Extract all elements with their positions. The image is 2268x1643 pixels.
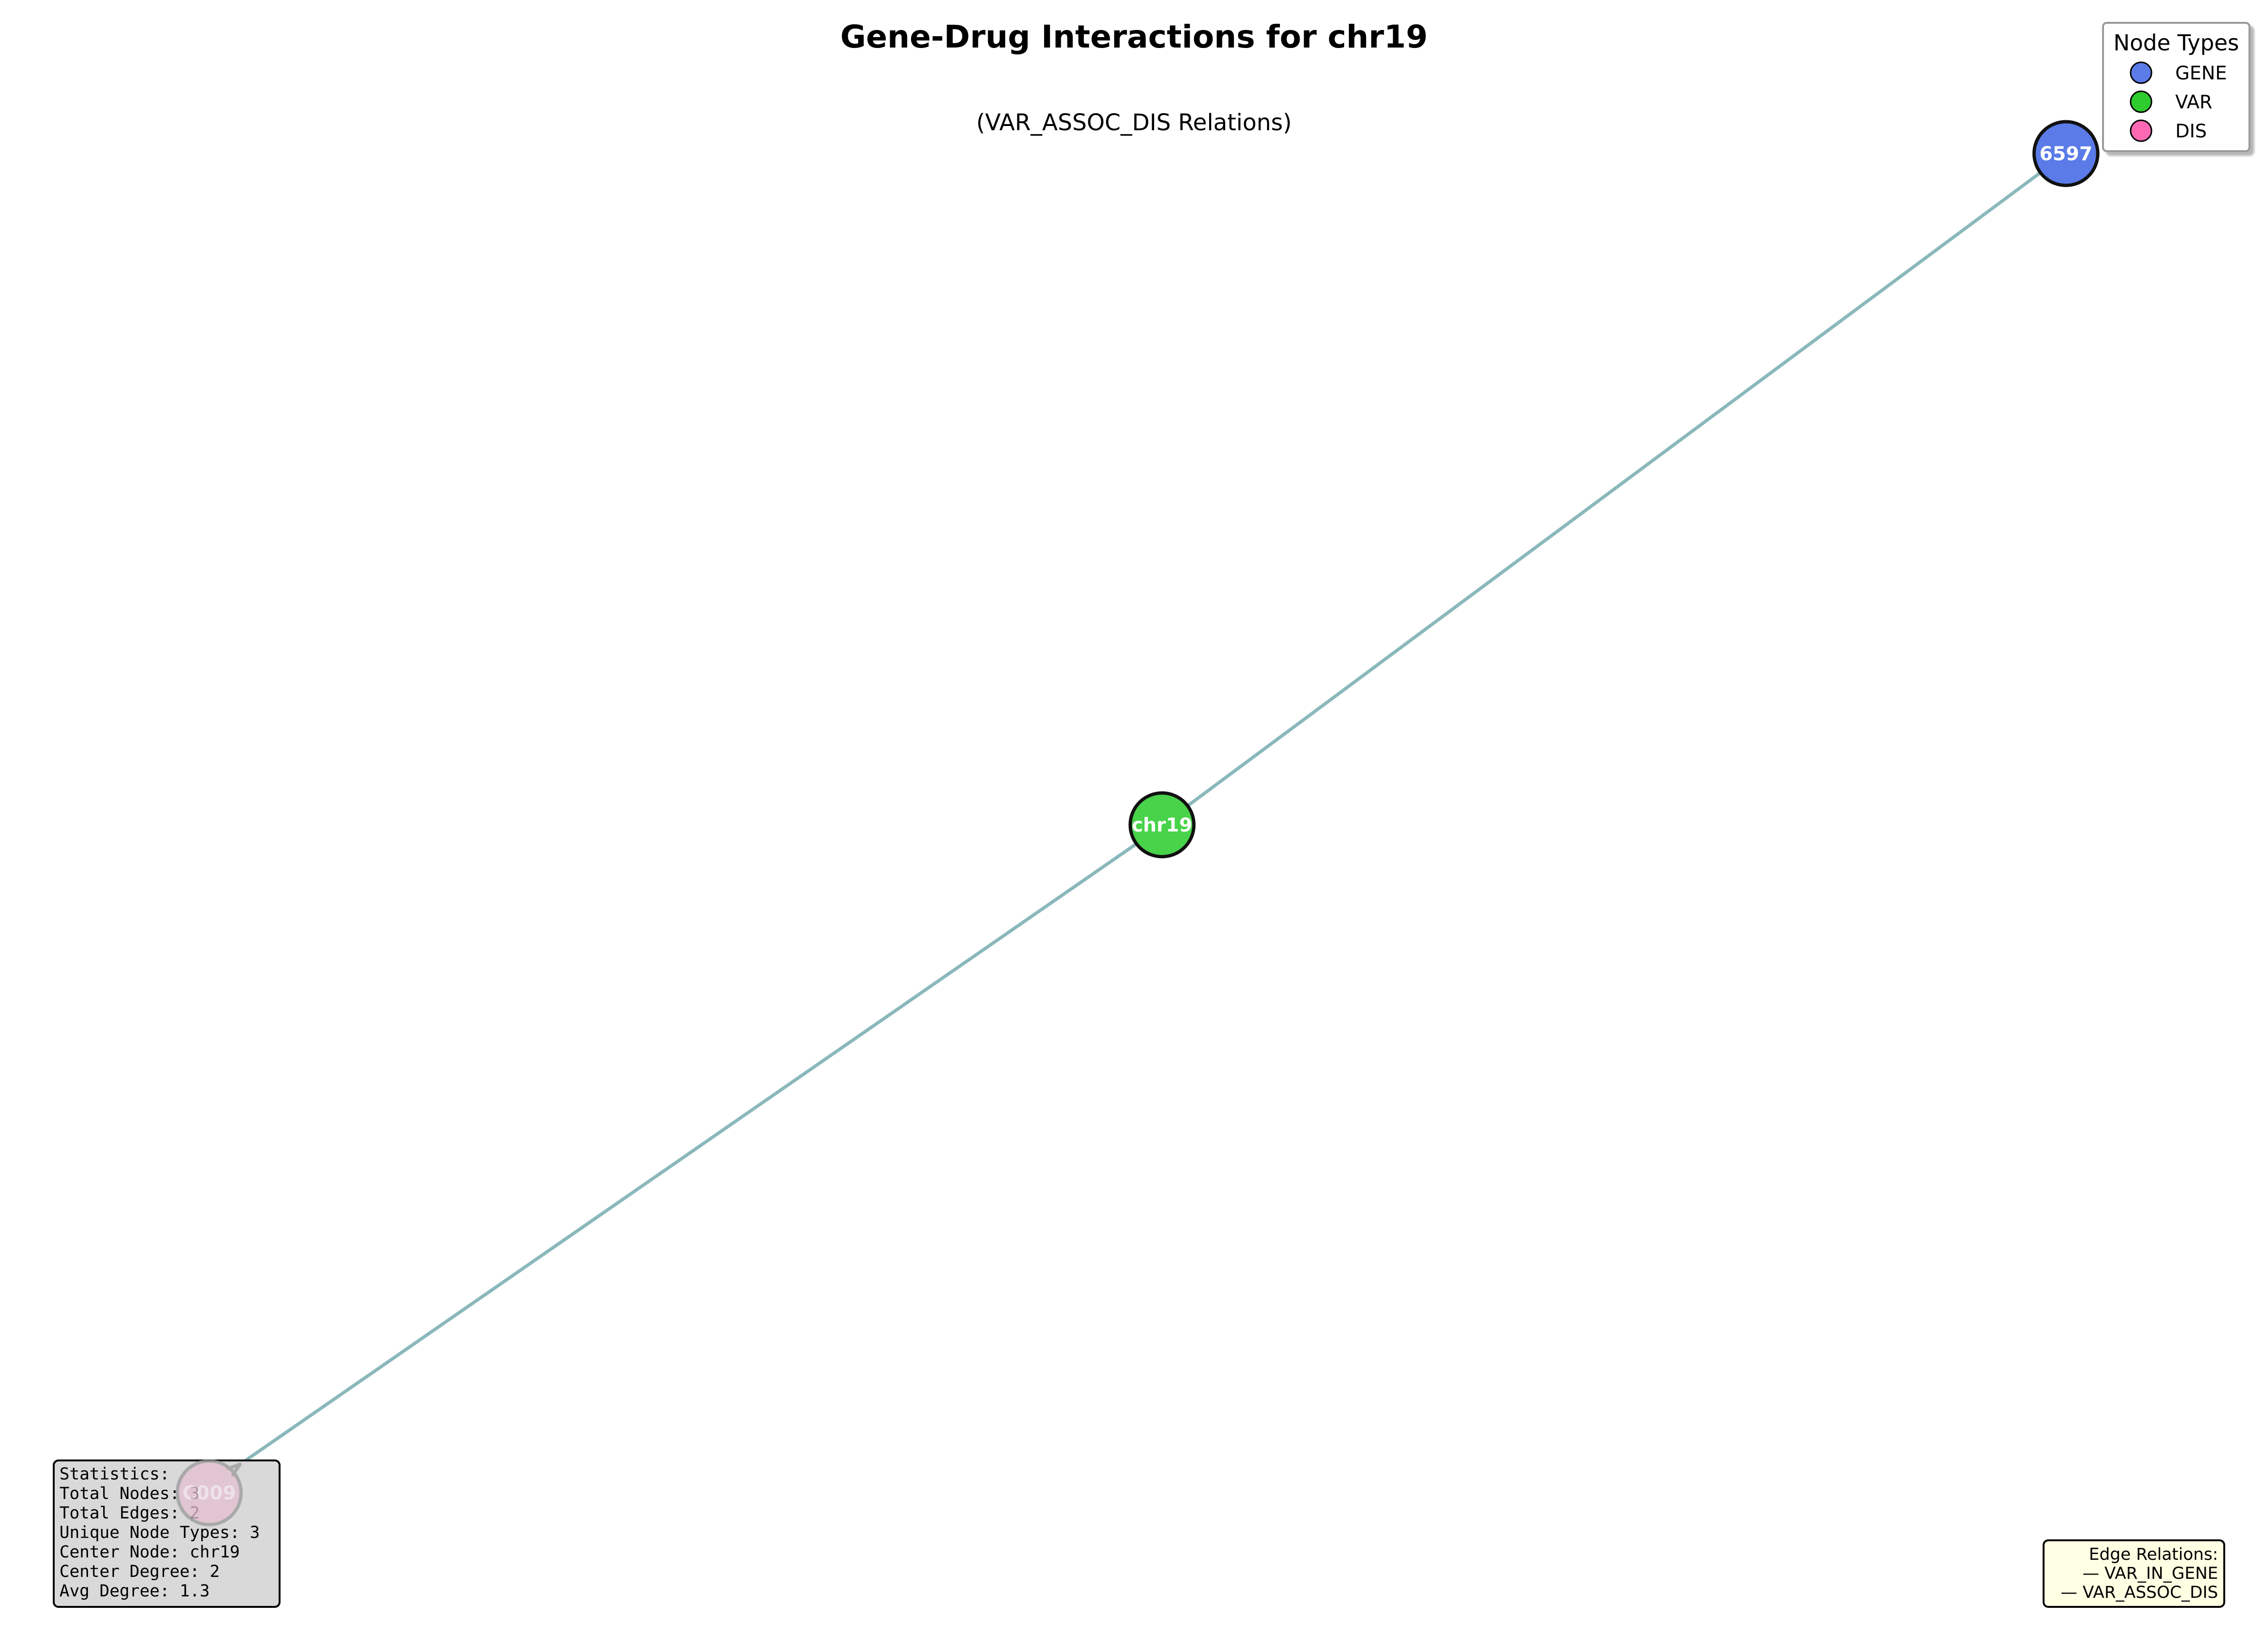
dis-node-label: C009: [183, 1482, 236, 1504]
gene-node-label: 6597: [2039, 143, 2092, 165]
legend-title: Node Types: [2113, 30, 2239, 56]
legend-gene-label: GENE: [2175, 63, 2227, 84]
legend: Node Types GENE VAR DIS: [2102, 22, 2250, 152]
statistics-box: Statistics: Total Nodes: 3 Total Edges: …: [53, 1459, 281, 1608]
chart-subtitle: (VAR_ASSOC_DIS Relations): [976, 109, 1292, 136]
edge-relations-box: Edge Relations: — VAR_IN_GENE — VAR_ASSO…: [2043, 1539, 2225, 1608]
stats-avg-degree: Avg Degree: 1.3: [59, 1582, 210, 1601]
var-node[interactable]: chr19: [1128, 791, 1196, 859]
legend-var-label: VAR: [2175, 92, 2212, 113]
legend-dis-label: DIS: [2175, 121, 2207, 142]
gene-node[interactable]: 6597: [2032, 120, 2100, 187]
stats-heading: Statistics:: [59, 1465, 170, 1484]
stats-center-degree: Center Degree: 2: [59, 1562, 220, 1581]
edge-relations-heading: Edge Relations:: [2089, 1545, 2218, 1564]
legend-dis-marker: [2130, 119, 2152, 142]
dis-node[interactable]: C009: [175, 1459, 243, 1527]
edge-relation-item: — VAR_ASSOC_DIS: [2061, 1583, 2218, 1602]
var-node-label: chr19: [1132, 814, 1192, 836]
stats-unique-types: Unique Node Types: 3: [59, 1523, 260, 1542]
legend-var-marker: [2130, 90, 2152, 113]
edge-var-in-gene: [1160, 155, 2064, 827]
network-diagram: Gene-Drug Interactions for chr19 (VAR_AS…: [53, 19, 2250, 1608]
chart-title: Gene-Drug Interactions for chr19: [840, 19, 1428, 55]
legend-gene-marker: [2130, 61, 2152, 84]
edge-relation-item: — VAR_IN_GENE: [2083, 1564, 2218, 1583]
edge-var-assoc-dis: [238, 842, 1138, 1466]
stats-center-node: Center Node: chr19: [59, 1543, 240, 1562]
